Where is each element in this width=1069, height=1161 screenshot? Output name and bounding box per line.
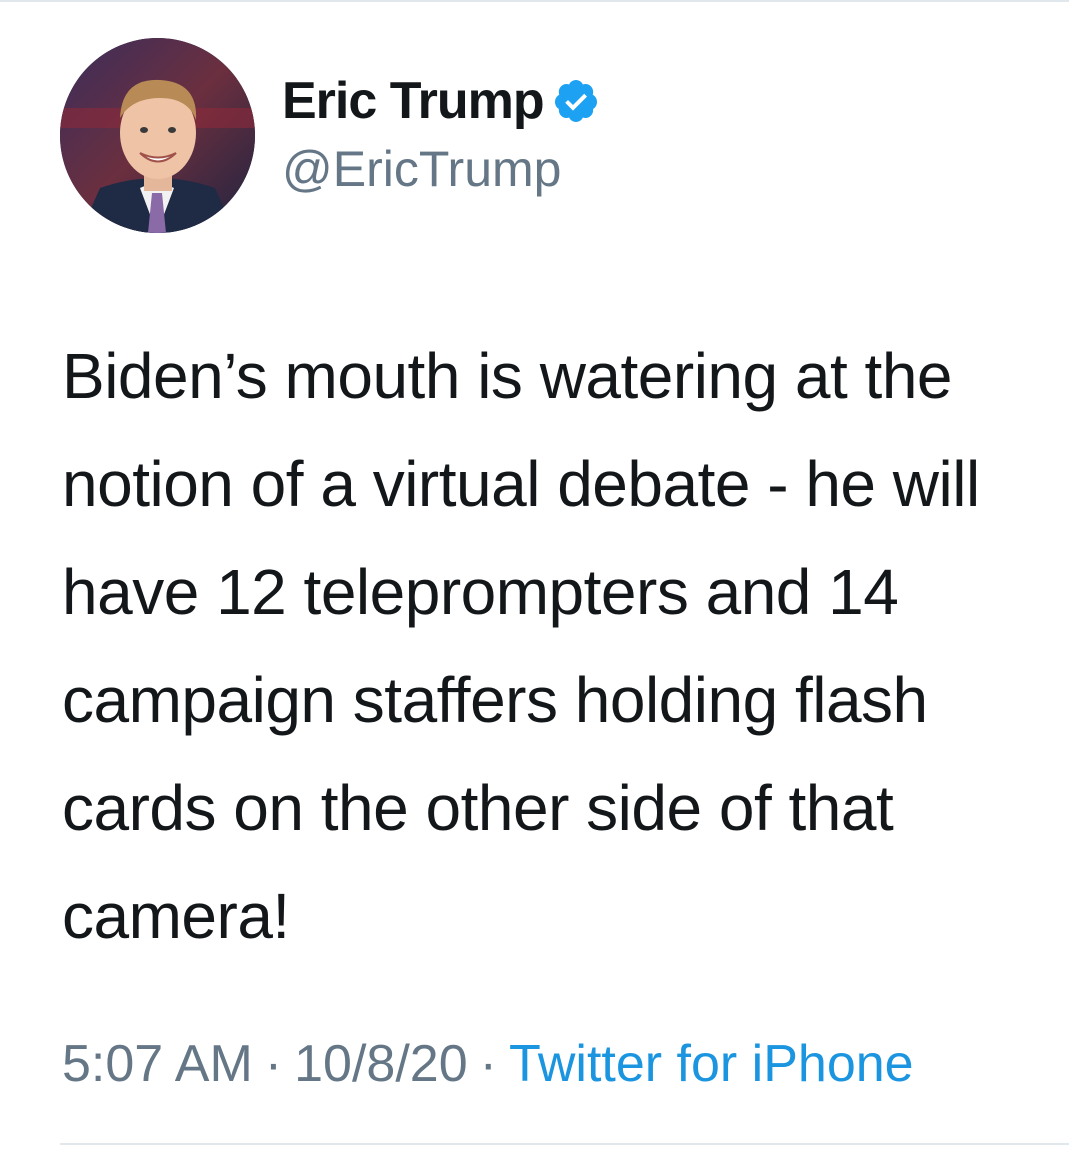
top-divider bbox=[0, 0, 1069, 2]
tweet-text: Biden’s mouth is watering at the notion … bbox=[62, 322, 1069, 947]
author-name-row[interactable]: Eric Trump bbox=[282, 66, 600, 136]
avatar[interactable] bbox=[60, 38, 255, 233]
tweet-text-line: notion of a virtual debate - he will bbox=[62, 448, 980, 520]
verified-badge-icon bbox=[552, 77, 600, 125]
tweet-text-line: have 12 teleprompters and 14 bbox=[62, 556, 899, 628]
meta-separator: · bbox=[479, 1035, 497, 1093]
tweet-metadata: 5:07 AM · 10/8/20 · Twitter for iPhone bbox=[62, 1034, 914, 1094]
profile-photo-icon bbox=[60, 38, 255, 233]
tweet-source-link[interactable]: Twitter for iPhone bbox=[509, 1034, 914, 1094]
author-display-name[interactable]: Eric Trump bbox=[282, 71, 545, 131]
tweet-text-line: campaign staffers holding flash bbox=[62, 664, 928, 736]
tweet-text-line: cards on the other side of that bbox=[62, 772, 894, 844]
author-handle[interactable]: @EricTrump bbox=[282, 140, 561, 198]
meta-separator: · bbox=[264, 1035, 283, 1093]
bottom-divider bbox=[60, 1143, 1069, 1145]
tweet-time[interactable]: 5:07 AM bbox=[62, 1034, 253, 1094]
tweet-text-line: Biden’s mouth is watering at the bbox=[62, 340, 953, 412]
tweet-text-line: camera! bbox=[62, 880, 290, 947]
tweet-date[interactable]: 10/8/20 bbox=[294, 1034, 468, 1094]
